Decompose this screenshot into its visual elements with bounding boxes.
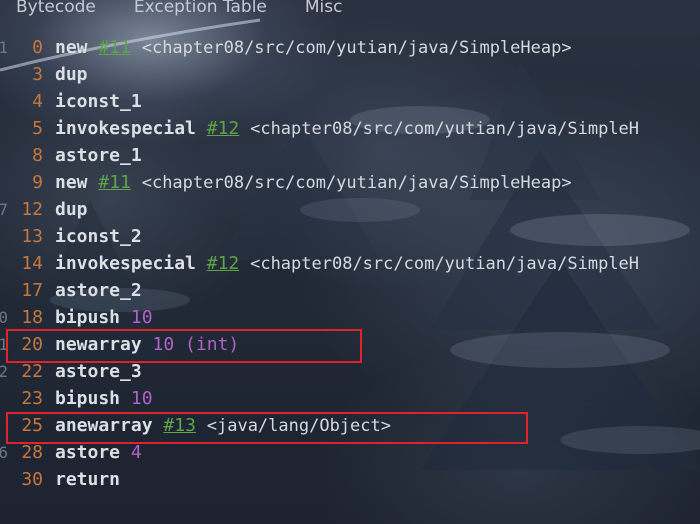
instruction: astore_2 <box>55 277 142 304</box>
constant-pool-ref-link[interactable]: #12 <box>207 253 240 274</box>
opcode: new <box>55 172 88 193</box>
operand: 10 <box>130 307 153 328</box>
operand: 10 <box>130 388 153 409</box>
symbolic-reference: <chapter08/src/com/yutian/java/SimpleH <box>250 254 640 274</box>
opcode: iconst_2 <box>55 226 142 247</box>
bytecode-line[interactable]: 30 return <box>0 466 700 493</box>
instruction: iconst_2 <box>55 223 142 250</box>
bytecode-line[interactable]: 23 bipush 10 <box>0 385 700 412</box>
instruction: invokespecial #12 <chapter08/src/com/yut… <box>55 250 639 278</box>
highlight-box-newarray <box>6 329 362 363</box>
tab-misc[interactable]: Misc <box>305 0 343 17</box>
highlight-box-anewarray <box>6 412 528 444</box>
bytecode-line[interactable]: 17 astore_2 <box>0 277 700 304</box>
bytecode-offset: 9 <box>32 172 43 193</box>
bytecode-line[interactable]: 1 0 new #11 <chapter08/src/com/yutian/java… <box>0 34 700 61</box>
bytecode-offset: 18 <box>21 307 43 328</box>
constant-pool-ref-link[interactable]: #11 <box>98 172 131 193</box>
bytecode-offset: 13 <box>21 226 43 247</box>
instruction: dup <box>55 196 88 223</box>
opcode: astore_3 <box>55 361 142 382</box>
bytecode-offset: 0 <box>32 37 43 58</box>
bytecode-line[interactable]: 13 iconst_2 <box>0 223 700 250</box>
bytecode-offset: 4 <box>32 91 43 112</box>
bytecode-offset: 3 <box>32 64 43 85</box>
opcode: bipush <box>55 307 121 328</box>
instruction: dup <box>55 61 88 88</box>
bytecode-line[interactable]: 5 invokespecial #12 <chapter08/src/com/yu… <box>0 115 700 142</box>
opcode: return <box>55 469 121 490</box>
opcode: dup <box>55 199 88 220</box>
bytecode-line[interactable]: 0 18 bipush 10 <box>0 304 700 331</box>
instruction: bipush 10 <box>55 304 153 331</box>
opcode: new <box>55 37 88 58</box>
opcode: invokespecial <box>55 118 196 139</box>
constant-pool-ref-link[interactable]: #11 <box>98 37 131 58</box>
symbolic-reference: <chapter08/src/com/yutian/java/SimpleH <box>250 119 640 139</box>
instruction: iconst_1 <box>55 88 142 115</box>
bytecode-line[interactable]: 4 iconst_1 <box>0 88 700 115</box>
instruction: invokespecial #12 <chapter08/src/com/yut… <box>55 115 639 143</box>
opcode: astore <box>55 442 121 463</box>
opcode: iconst_1 <box>55 91 142 112</box>
line-number: 7 <box>0 200 8 219</box>
opcode: dup <box>55 64 88 85</box>
opcode: astore_1 <box>55 145 142 166</box>
bytecode-line[interactable]: 7 12 dup <box>0 196 700 223</box>
line-number: 0 <box>0 308 8 327</box>
instruction: return <box>55 466 120 493</box>
tab-exception-table[interactable]: Exception Table <box>134 0 267 17</box>
bytecode-line[interactable]: 9 new #11 <chapter08/src/com/yutian/java/… <box>0 169 700 196</box>
instruction: new #11 <chapter08/src/com/yutian/java/S… <box>55 169 572 197</box>
bytecode-line[interactable]: 8 astore_1 <box>0 142 700 169</box>
opcode: invokespecial <box>55 253 196 274</box>
bytecode-offset: 12 <box>21 199 43 220</box>
opcode: astore_2 <box>55 280 142 301</box>
bytecode-offset: 23 <box>21 388 43 409</box>
bytecode-line[interactable]: 3 dup <box>0 61 700 88</box>
line-number: 1 <box>0 38 8 57</box>
instruction: astore_1 <box>55 142 142 169</box>
operand: 4 <box>130 442 142 463</box>
symbolic-reference: <chapter08/src/com/yutian/java/SimpleHea… <box>141 173 572 193</box>
bytecode-line[interactable]: 14 invokespecial #12 <chapter08/src/com/y… <box>0 250 700 277</box>
constant-pool-ref-link[interactable]: #12 <box>207 118 240 139</box>
tab-bar: Bytecode Exception Table Misc <box>0 0 700 22</box>
bytecode-offset: 30 <box>21 469 43 490</box>
bytecode-offset: 14 <box>21 253 43 274</box>
instruction: bipush 10 <box>55 385 153 412</box>
bytecode-offset: 5 <box>32 118 43 139</box>
bytecode-offset: 17 <box>21 280 43 301</box>
tab-bytecode[interactable]: Bytecode <box>16 0 96 17</box>
symbolic-reference: <chapter08/src/com/yutian/java/SimpleHea… <box>141 38 572 58</box>
instruction: new #11 <chapter08/src/com/yutian/java/S… <box>55 34 572 62</box>
opcode: bipush <box>55 388 121 409</box>
bytecode-offset: 8 <box>32 145 43 166</box>
